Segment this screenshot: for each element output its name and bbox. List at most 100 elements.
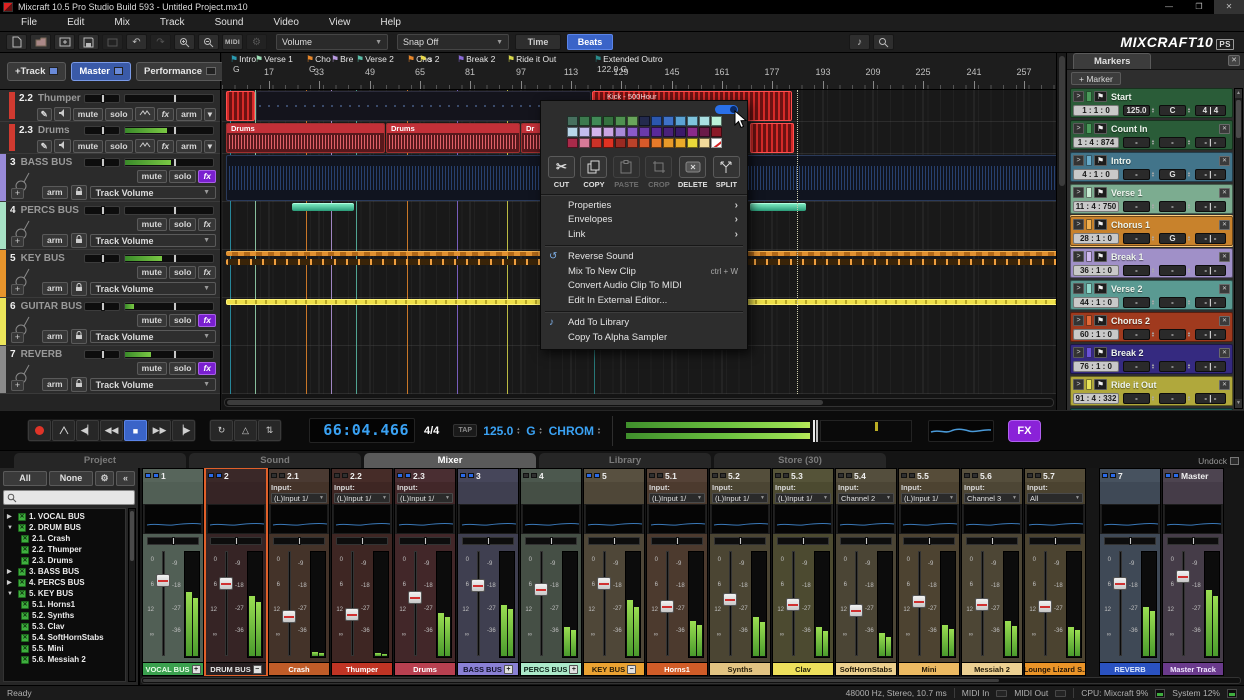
marker-delete-icon[interactable]: ✕	[1219, 316, 1230, 326]
draw-icon[interactable]: ✎	[37, 108, 52, 121]
marker-expand-button[interactable]: >	[1073, 123, 1084, 134]
marker-name[interactable]: Chorus 2	[1109, 316, 1217, 326]
zoom-in-icon[interactable]	[174, 34, 195, 50]
color-swatch[interactable]	[711, 127, 722, 137]
menu-item[interactable]: File	[6, 17, 52, 28]
marker-name[interactable]: Verse 2	[1109, 284, 1217, 294]
marker-flag-icon[interactable]: ⚑	[1094, 283, 1107, 294]
track-row[interactable]: 6 GUITAR BUS mute solo	[0, 298, 220, 346]
marker-delete-icon[interactable]: ✕	[1219, 220, 1230, 230]
color-swatch[interactable]	[651, 116, 662, 126]
marker-name[interactable]: Count In	[1109, 124, 1217, 134]
fx-button[interactable]: fx	[198, 218, 216, 231]
marker-name[interactable]: Break 1	[1109, 252, 1217, 262]
menu-item[interactable]: View	[314, 17, 366, 28]
stop-button[interactable]: ■	[124, 420, 147, 441]
fx-button[interactable]: fx	[157, 108, 175, 121]
maximize-button[interactable]: ❐	[1184, 0, 1214, 14]
master-track-button[interactable]: Master	[71, 62, 131, 81]
add-lane-button[interactable]: +	[11, 380, 24, 391]
marker-row[interactable]: > ⚑ Break 2 ✕ 76 : 1 : 0 - ▲▼ - ▲▼	[1070, 344, 1233, 374]
tempo-spinner[interactable]: ▲▼	[1151, 267, 1155, 273]
open-project-icon[interactable]	[30, 34, 51, 50]
expand-icon[interactable]: ▼	[7, 525, 15, 531]
fx-button[interactable]: fx	[198, 266, 216, 279]
marker-key[interactable]: -	[1159, 329, 1186, 340]
mixer-channel-strip[interactable]: 2.1 Input: (L)Input 1/▼ 0612∞	[268, 468, 330, 676]
channel-pan-slider[interactable]	[1167, 537, 1219, 545]
key-display[interactable]: G	[526, 424, 535, 438]
marker-time-signature[interactable]: - | -	[1195, 233, 1226, 244]
mute-button[interactable]: mute	[137, 362, 167, 375]
marker-expand-button[interactable]: >	[1073, 283, 1084, 294]
fader-thumb[interactable]	[471, 579, 485, 592]
marker-row[interactable]: > ⚑ Count In ✕ 1 : 4 : 874 - ▲▼ - ▲▼	[1070, 120, 1233, 150]
audio-clip[interactable]	[750, 123, 794, 153]
marker-time-signature[interactable]: - | -	[1195, 393, 1226, 404]
marker-position[interactable]: 11 : 4 : 750	[1073, 201, 1119, 212]
markers-close-icon[interactable]: ✕	[1228, 55, 1240, 66]
tempo-spinner[interactable]: ▲▼	[1151, 107, 1155, 113]
marker-expand-button[interactable]: >	[1073, 219, 1084, 230]
track-volume-slider[interactable]	[124, 126, 214, 135]
color-swatch[interactable]	[675, 127, 686, 137]
input-select[interactable]: (L)Input 1/▼	[271, 493, 327, 503]
solo-button[interactable]: solo	[105, 108, 132, 121]
color-swatch[interactable]	[591, 116, 602, 126]
track-visible-checkbox[interactable]: ✕	[21, 623, 29, 631]
speaker-icon[interactable]	[54, 139, 71, 153]
marker-delete-icon[interactable]: ✕	[1219, 380, 1230, 390]
marker-position[interactable]: 60 : 1 : 0	[1073, 329, 1119, 340]
mixer-track-list-item[interactable]: ▼ ✕ 2. DRUM BUS	[4, 522, 125, 533]
mixer-gear-icon[interactable]: ⚙	[95, 471, 114, 486]
menu-item[interactable]: Help	[365, 17, 416, 28]
mute-button[interactable]: mute	[137, 218, 167, 231]
timeline-h-scrollbar[interactable]	[224, 398, 1054, 407]
eq-display[interactable]	[774, 504, 832, 534]
punch-in-out-button[interactable]: ⇅	[258, 420, 281, 441]
track-visible-checkbox[interactable]: ✕	[21, 645, 29, 653]
color-swatch[interactable]	[603, 116, 614, 126]
tempo-spinner[interactable]: ▲▼	[1151, 235, 1155, 241]
channel-fader[interactable]	[1113, 551, 1127, 656]
track-visible-checkbox[interactable]: ✕	[21, 601, 29, 609]
rewind-button[interactable]: ◀◀	[100, 420, 123, 441]
marker-flag[interactable]: ⚑s 2	[419, 54, 439, 64]
color-swatch[interactable]	[567, 127, 578, 137]
mixer-channel-strip[interactable]: 3 0612∞	[457, 468, 519, 676]
channel-fader[interactable]	[849, 551, 863, 656]
go-to-end-button[interactable]: ▕▶	[172, 420, 195, 441]
context-menu-item[interactable]: Mix To New Clip ctrl + W	[541, 264, 747, 279]
color-swatch[interactable]	[663, 138, 674, 148]
save-icon[interactable]	[78, 34, 99, 50]
marker-expand-button[interactable]: >	[1073, 251, 1084, 262]
marker-time-signature[interactable]: - | -	[1195, 297, 1226, 308]
marker-delete-icon[interactable]: ✕	[1219, 284, 1230, 294]
channel-badge[interactable]: +	[569, 665, 578, 674]
track-pan-slider[interactable]	[84, 254, 120, 263]
split-button[interactable]: SPLIT	[713, 156, 740, 189]
scale-display[interactable]: CHROM	[549, 424, 594, 438]
eq-display[interactable]	[837, 504, 895, 534]
delete-button[interactable]: DELETE	[678, 156, 708, 189]
track-pan-slider[interactable]	[84, 206, 120, 215]
input-select[interactable]: (L)Input 1/▼	[334, 493, 390, 503]
arm-button[interactable]: arm	[42, 186, 68, 199]
marker-name[interactable]: Ride it Out	[1109, 380, 1217, 390]
close-button[interactable]: ✕	[1214, 0, 1244, 14]
marker-key[interactable]: G	[1159, 233, 1186, 244]
marker-flag[interactable]: ⚑Bre	[331, 54, 353, 64]
marker-flag-icon[interactable]: ⚑	[1094, 315, 1107, 326]
marker-expand-button[interactable]: >	[1073, 155, 1084, 166]
marker-position[interactable]: 76 : 1 : 0	[1073, 361, 1119, 372]
marker-flag[interactable]: ⚑Cho G	[306, 54, 331, 74]
marker-tempo[interactable]: -	[1123, 233, 1150, 244]
key-spinner[interactable]: ▲▼	[1187, 395, 1191, 401]
chevron-down-icon[interactable]: ▾	[204, 140, 216, 153]
channel-fader[interactable]	[1176, 551, 1190, 656]
menu-item[interactable]: Edit	[52, 17, 99, 28]
color-swatch[interactable]	[651, 138, 662, 148]
marker-position[interactable]: 91 : 4 : 332	[1073, 393, 1119, 404]
mute-button[interactable]: mute	[73, 140, 103, 153]
channel-pan-slider[interactable]	[525, 537, 577, 545]
